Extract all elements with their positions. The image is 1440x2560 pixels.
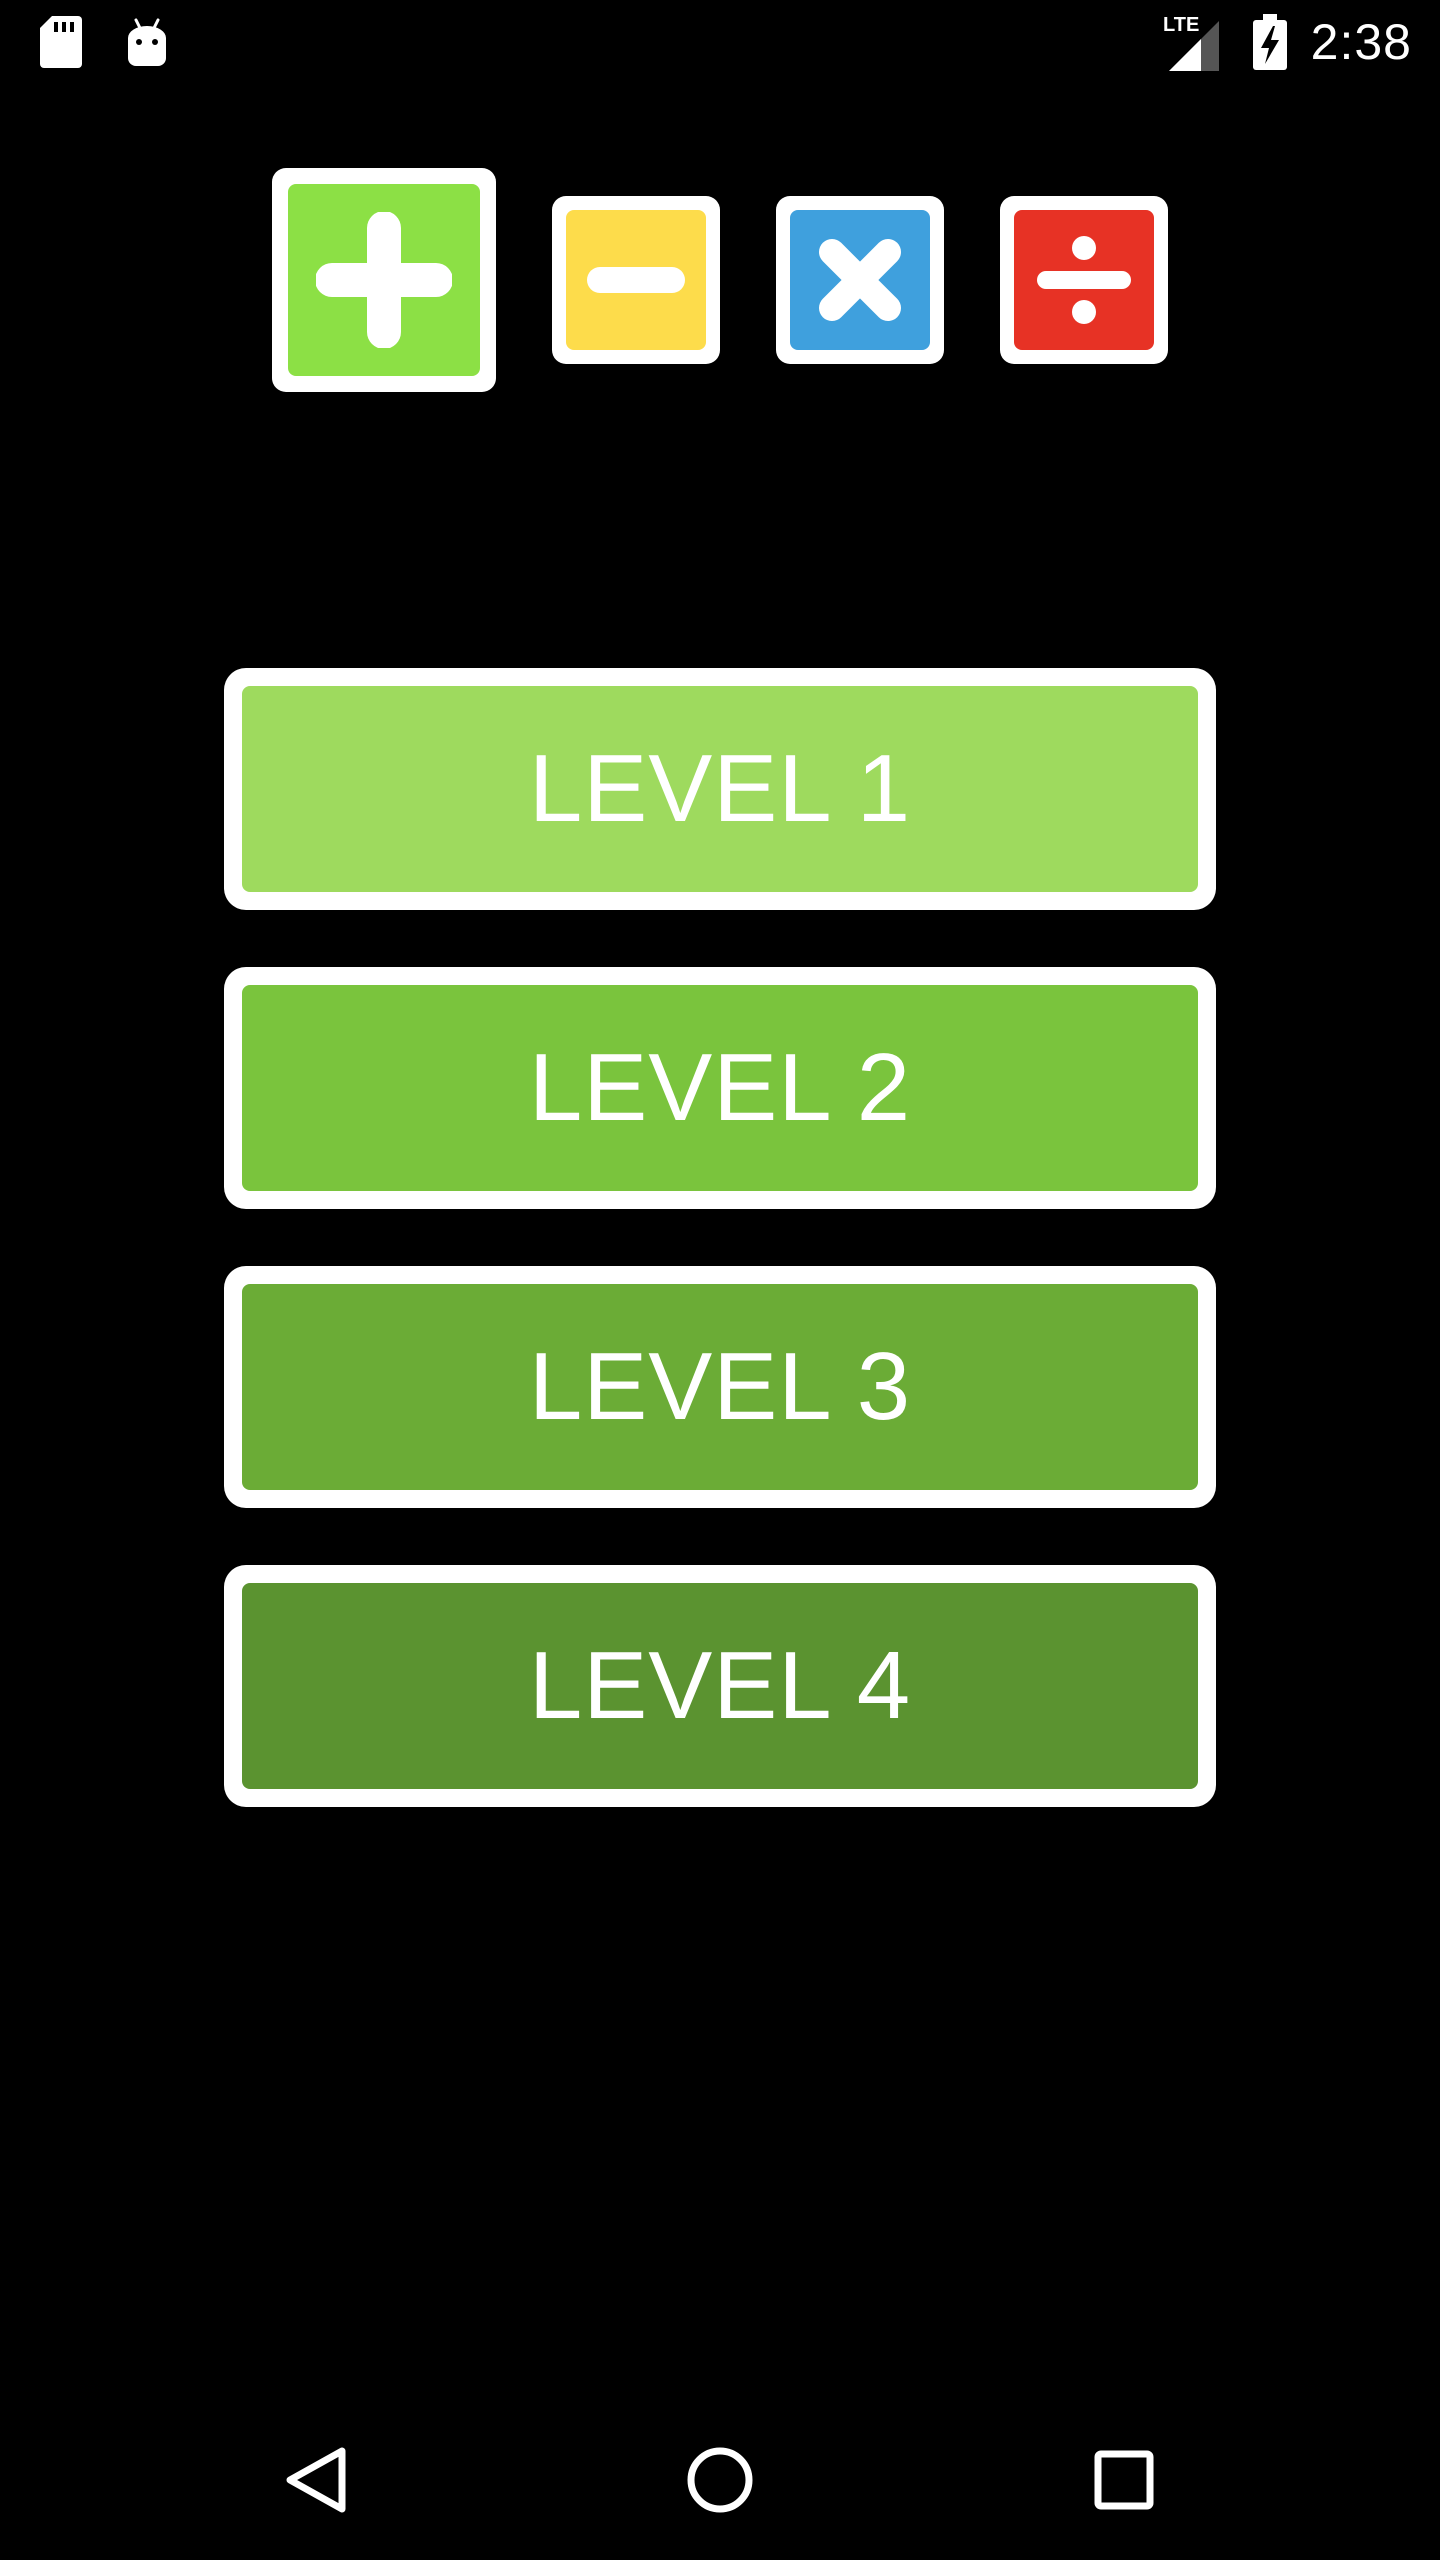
android-icon (128, 18, 166, 66)
lte-signal-icon: LTE (1163, 14, 1219, 71)
battery-charging-icon (1252, 14, 1287, 70)
subtraction-tile (566, 210, 706, 350)
addition-tile (288, 184, 480, 376)
level-2-button[interactable]: LEVEL 2 (224, 967, 1216, 1209)
clock: 2:38 (1310, 14, 1412, 70)
level-3-tile: LEVEL 3 (242, 1284, 1198, 1490)
divide-icon (1037, 236, 1131, 324)
back-icon (286, 2447, 346, 2513)
level-4-button[interactable]: LEVEL 4 (224, 1565, 1216, 1807)
division-button[interactable] (1000, 196, 1168, 364)
level-4-tile: LEVEL 4 (242, 1583, 1198, 1789)
back-button[interactable] (276, 2440, 356, 2520)
multiplication-button[interactable] (776, 196, 944, 364)
level-1-button[interactable]: LEVEL 1 (224, 668, 1216, 910)
screen: LTE 2:38 LEVEL 1 LEVEL 2 LEVEL 3 LEVEL 4 (0, 0, 1440, 2560)
sd-card-icon (40, 16, 82, 68)
times-icon (819, 239, 901, 321)
multiplication-tile (790, 210, 930, 350)
addition-button[interactable] (272, 168, 496, 392)
level-3-button[interactable]: LEVEL 3 (224, 1266, 1216, 1508)
level-2-label: LEVEL 2 (528, 1034, 912, 1141)
subtraction-button[interactable] (552, 196, 720, 364)
minus-icon (587, 267, 685, 293)
navigation-bar (0, 2400, 1440, 2560)
status-bar: LTE 2:38 (0, 0, 1440, 84)
level-3-label: LEVEL 3 (528, 1333, 912, 1440)
plus-icon (316, 212, 452, 348)
home-button[interactable] (680, 2440, 760, 2520)
svg-text:LTE: LTE (1163, 14, 1199, 36)
recent-apps-icon (1094, 2450, 1154, 2510)
recent-apps-button[interactable] (1084, 2440, 1164, 2520)
level-1-tile: LEVEL 1 (242, 686, 1198, 892)
division-tile (1014, 210, 1154, 350)
home-icon (687, 2447, 753, 2513)
level-2-tile: LEVEL 2 (242, 985, 1198, 1191)
level-4-label: LEVEL 4 (528, 1632, 912, 1739)
level-1-label: LEVEL 1 (528, 735, 912, 842)
